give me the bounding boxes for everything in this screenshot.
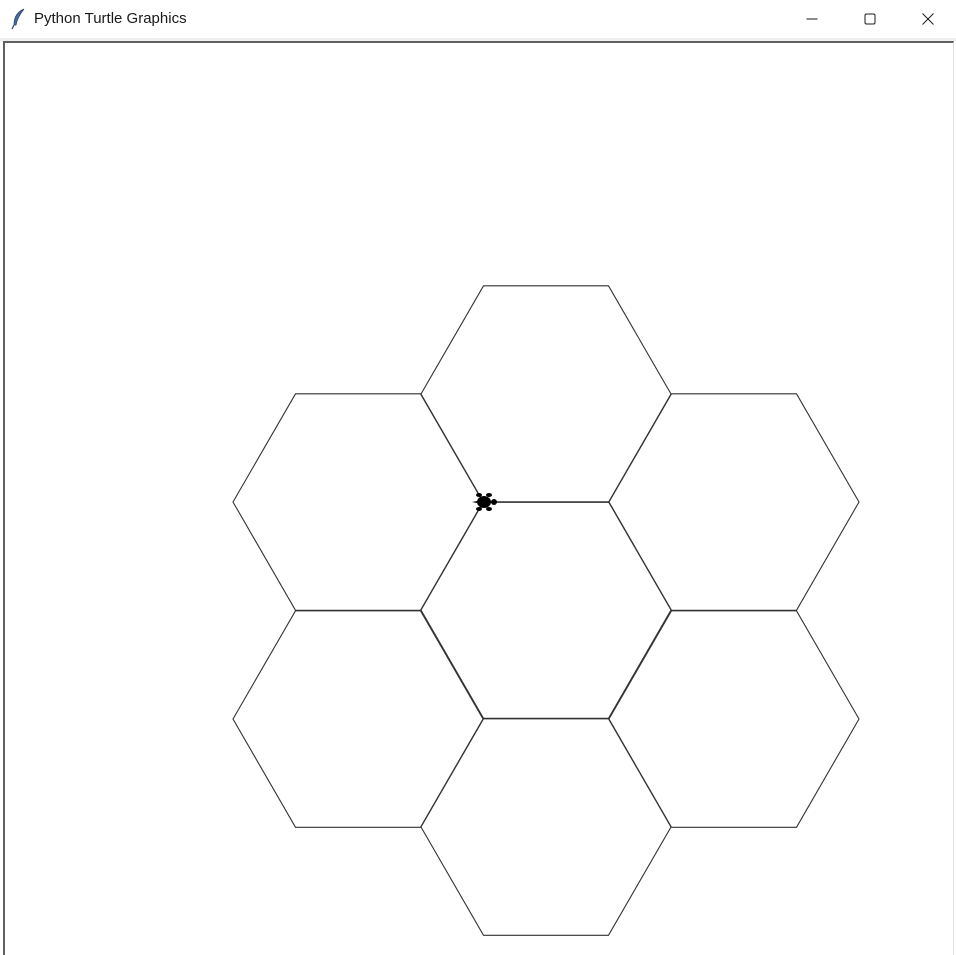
close-icon [922, 13, 934, 25]
title-bar[interactable]: Python Turtle Graphics [0, 0, 956, 38]
maximize-icon [864, 13, 876, 25]
minimize-button[interactable] [783, 0, 841, 38]
drawing-surface [232, 285, 860, 936]
feather-icon [11, 8, 27, 30]
turtle-window: Python Turtle Graphics [0, 0, 956, 955]
hexagon [608, 610, 860, 828]
hexagon [232, 610, 484, 828]
minimize-icon [806, 18, 818, 20]
hexagon [608, 393, 860, 611]
turtle-canvas[interactable] [3, 41, 954, 955]
hexagon [420, 285, 672, 503]
close-button[interactable] [899, 0, 956, 38]
hexagon [420, 718, 672, 936]
maximize-button[interactable] [841, 0, 899, 38]
window-title: Python Turtle Graphics [34, 10, 187, 27]
hexagon [420, 501, 672, 719]
hexagon [232, 393, 484, 611]
turtle-cursor-icon [472, 493, 497, 511]
